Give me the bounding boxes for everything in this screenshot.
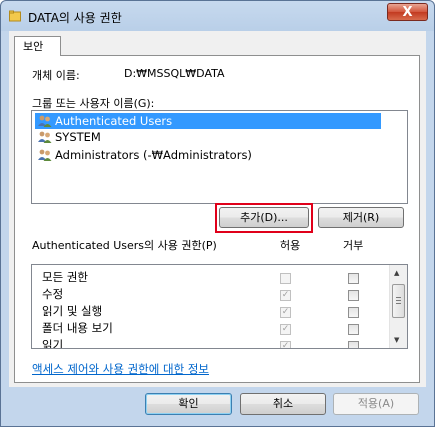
allow-checkbox[interactable]: ✓ — [280, 341, 291, 348]
folder-icon — [9, 10, 21, 22]
object-name-label: 개체 이름: — [32, 69, 80, 82]
users-icon — [38, 149, 52, 161]
groups-list[interactable]: Authenticated Users SYSTEM Administrator… — [31, 110, 408, 204]
permissions-label: Authenticated Users의 사용 권한(P) — [32, 239, 217, 252]
ok-button[interactable]: 확인 — [145, 393, 232, 415]
list-item-system[interactable]: SYSTEM — [35, 129, 381, 145]
deny-checkbox[interactable] — [348, 341, 359, 348]
permission-name: 읽기 및 실행 — [42, 304, 103, 318]
users-icon — [38, 115, 52, 127]
allow-header: 허용 — [280, 239, 301, 252]
list-item-authenticated-users[interactable]: Authenticated Users — [35, 113, 381, 129]
title-bar: DATA의 사용 권한 X — [1, 1, 434, 31]
scroll-up-icon[interactable]: ▲ — [394, 269, 399, 277]
deny-checkbox[interactable] — [348, 307, 359, 318]
allow-checkbox[interactable]: ✓ — [280, 307, 291, 318]
scroll-thumb[interactable] — [392, 284, 405, 318]
users-icon — [38, 131, 52, 143]
apply-button[interactable]: 적용(A) — [333, 393, 419, 415]
deny-checkbox[interactable] — [348, 273, 359, 284]
scroll-down-icon[interactable]: ▼ — [394, 336, 399, 344]
deny-header: 거부 — [343, 239, 364, 252]
close-button[interactable]: X — [387, 3, 428, 21]
tab-security[interactable]: 보안 — [14, 36, 61, 56]
list-item-label: SYSTEM — [55, 130, 101, 144]
list-item-label: Administrators (-₩Administrators) — [55, 148, 252, 162]
allow-checkbox[interactable]: ✓ — [280, 324, 291, 335]
deny-checkbox[interactable] — [348, 324, 359, 335]
allow-checkbox[interactable]: ✓ — [280, 290, 291, 301]
permissions-list: 모든 권한 수정 ✓ 읽기 및 실행 ✓ 폴더 내용 보기 ✓ 읽기 ✓ ▲ ▼ — [31, 264, 408, 349]
cancel-button[interactable]: 취소 — [240, 393, 326, 415]
object-name-value: D:₩MSSQL₩DATA — [124, 67, 225, 80]
groups-label: 그룹 또는 사용자 이름(G): — [32, 97, 155, 110]
add-button[interactable]: 추가(D)... — [219, 207, 309, 228]
window-title: DATA의 사용 권한 — [28, 11, 122, 25]
permission-name: 모든 권한 — [42, 270, 88, 284]
permission-name: 수정 — [42, 287, 64, 301]
permission-name: 읽기 — [42, 338, 64, 349]
deny-checkbox[interactable] — [348, 290, 359, 301]
remove-button[interactable]: 제거(R) — [318, 207, 404, 228]
allow-checkbox[interactable] — [280, 273, 291, 284]
permissions-scrollbar[interactable]: ▲ ▼ — [389, 265, 407, 348]
list-item-label: Authenticated Users — [55, 114, 173, 128]
access-control-info-link[interactable]: 액세스 제어와 사용 권한에 대한 정보 — [32, 361, 209, 377]
list-item-administrators[interactable]: Administrators (-₩Administrators) — [35, 147, 381, 163]
permission-name: 폴더 내용 보기 — [42, 321, 113, 335]
